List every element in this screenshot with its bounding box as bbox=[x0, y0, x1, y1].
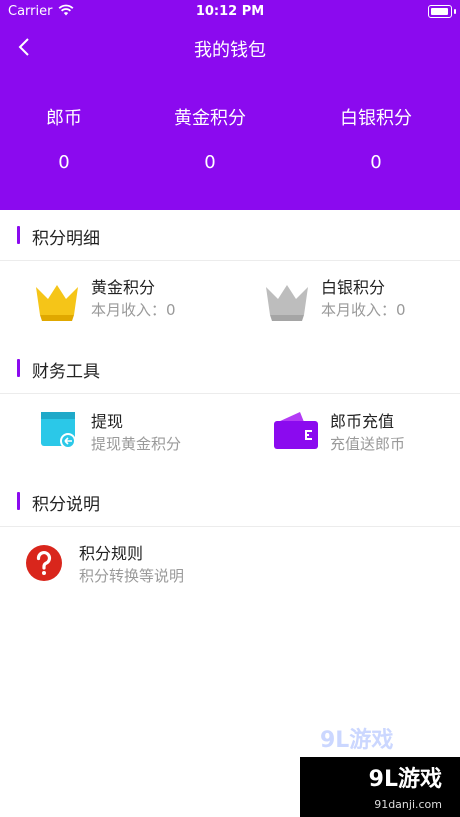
balance-value: 0 bbox=[58, 152, 70, 173]
item-subtitle: 本月收入：0 bbox=[321, 301, 406, 319]
section-header-finance-tools: 财务工具 bbox=[0, 343, 460, 394]
section-title: 积分说明 bbox=[32, 495, 100, 515]
balance-stats: 郎币 0 黄金积分 0 白银积分 0 bbox=[0, 104, 460, 184]
points-rules-item[interactable]: 积分规则 积分转换等说明 bbox=[0, 527, 460, 599]
gold-points-item[interactable]: 黄金积分 本月收入：0 bbox=[0, 261, 230, 343]
balance-gold-points[interactable]: 黄金积分 0 bbox=[150, 104, 270, 173]
item-title: 积分规则 bbox=[79, 544, 144, 563]
section-title: 积分明细 bbox=[32, 229, 100, 249]
wallet-icon bbox=[274, 412, 318, 449]
battery-icon bbox=[428, 5, 452, 18]
item-title: 郎币充值 bbox=[330, 412, 395, 431]
item-title: 白银积分 bbox=[321, 278, 386, 297]
watermark-url: 91danji.com bbox=[374, 798, 442, 811]
wallet-header: Carrier 10:12 PM 我的钱包 郎币 0 黄金积分 0 白银积分 0 bbox=[0, 0, 460, 210]
section-accent-bar bbox=[17, 492, 20, 510]
page-title: 我的钱包 bbox=[194, 40, 266, 61]
watermark-logo: 9L游戏 bbox=[368, 767, 442, 792]
item-title: 提现 bbox=[91, 412, 124, 431]
watermark: 9L游戏 91danji.com bbox=[280, 757, 460, 817]
balance-value: 0 bbox=[370, 152, 382, 173]
watermark-logo-faded: 9L游戏 bbox=[320, 728, 394, 753]
balance-value: 0 bbox=[204, 152, 216, 173]
item-subtitle: 充值送郎币 bbox=[330, 435, 406, 453]
balance-langbi[interactable]: 郎币 0 bbox=[4, 104, 124, 173]
balance-label: 白银积分 bbox=[340, 108, 412, 129]
silver-crown-icon bbox=[266, 285, 308, 321]
status-time: 10:12 PM bbox=[195, 4, 265, 19]
item-subtitle: 提现黄金积分 bbox=[91, 435, 182, 453]
points-info-list: 积分规则 积分转换等说明 bbox=[0, 527, 460, 599]
gold-crown-icon bbox=[36, 285, 78, 321]
section-accent-bar bbox=[17, 359, 20, 377]
section-header-points-detail: 积分明细 bbox=[0, 210, 460, 261]
silver-points-item[interactable]: 白银积分 本月收入：0 bbox=[230, 261, 460, 343]
balance-label: 郎币 bbox=[46, 108, 82, 129]
section-accent-bar bbox=[17, 226, 20, 244]
withdraw-item[interactable]: 提现 提现黄金积分 bbox=[0, 394, 230, 476]
item-subtitle: 本月收入：0 bbox=[91, 301, 176, 319]
balance-silver-points[interactable]: 白银积分 0 bbox=[316, 104, 436, 173]
section-title: 财务工具 bbox=[32, 362, 100, 382]
battery-cap bbox=[454, 9, 456, 14]
section-header-points-info: 积分说明 bbox=[0, 476, 460, 527]
withdraw-icon bbox=[41, 412, 76, 449]
langbi-recharge-item[interactable]: 郎币充值 充值送郎币 bbox=[230, 394, 460, 476]
points-detail-grid: 黄金积分 本月收入：0 白银积分 本月收入：0 bbox=[0, 261, 460, 343]
finance-tools-grid: 提现 提现黄金积分 郎币充值 充值送郎币 bbox=[0, 394, 460, 476]
status-bar: Carrier 10:12 PM bbox=[0, 0, 460, 24]
balance-label: 黄金积分 bbox=[174, 108, 246, 129]
item-subtitle: 积分转换等说明 bbox=[79, 567, 185, 585]
question-icon bbox=[26, 545, 62, 581]
item-title: 黄金积分 bbox=[91, 278, 156, 297]
